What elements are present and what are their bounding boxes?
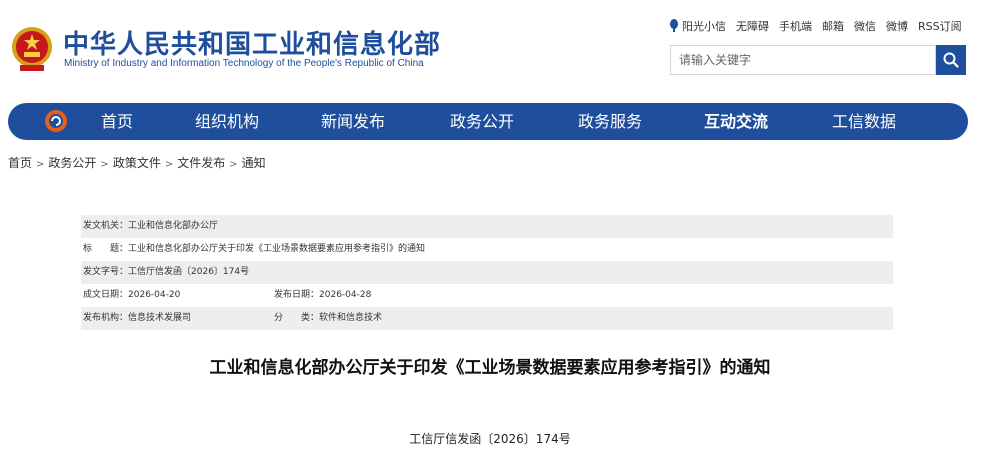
sunshine-icon — [670, 19, 678, 32]
nav-item-gov-affairs[interactable]: 政务公开 — [450, 103, 514, 140]
breadcrumb-separator: > — [164, 159, 174, 170]
breadcrumb: 首页 > 政务公开 > 政策文件 > 文件发布 > 通知 — [8, 154, 266, 171]
site-header: 中华人民共和国工业和信息化部 Ministry of Industry and … — [0, 0, 1000, 100]
breadcrumb-notice[interactable]: 通知 — [242, 156, 266, 170]
site-title-cn: 中华人民共和国工业和信息化部 — [63, 30, 442, 60]
breadcrumb-gov-affairs[interactable]: 政务公开 — [48, 156, 96, 170]
org-label: 发布机构： — [83, 313, 129, 323]
title-label: 标 题： — [83, 244, 129, 254]
created-label: 成文日期： — [83, 290, 129, 300]
nav-item-interaction[interactable]: 互动交流 — [704, 103, 768, 140]
toplink-label: 阳光小信 — [682, 20, 726, 33]
toplink-mail[interactable]: 邮箱 — [822, 18, 844, 34]
info-row-doc-no: 发文字号：工信厅信发函〔2026〕174号 — [81, 261, 893, 284]
nav-item-news[interactable]: 新闻发布 — [321, 103, 385, 140]
info-row-dates: 成文日期：2026-04-20 发布日期：2026-04-28 — [81, 284, 893, 307]
issuer-value: 工业和信息化部办公厅 — [128, 221, 219, 231]
search-input[interactable] — [671, 46, 933, 74]
toplink-weibo[interactable]: 微博 — [886, 18, 908, 34]
document-info-table: 发文机关：工业和信息化部办公厅 标 题：工业和信息化部办公厅关于印发《工业场景数… — [81, 215, 893, 330]
published-label: 发布日期： — [274, 290, 320, 300]
breadcrumb-separator: > — [36, 159, 45, 170]
info-row-title: 标 题：工业和信息化部办公厅关于印发《工业场景数据要素应用参考指引》的通知 — [81, 238, 893, 261]
category-value: 软件和信息技术 — [319, 313, 383, 323]
miit-logo-icon — [45, 110, 67, 132]
site-title-en: Ministry of Industry and Information Tec… — [64, 58, 424, 69]
nav-item-gov-services[interactable]: 政务服务 — [578, 103, 642, 140]
search-icon — [943, 52, 959, 68]
category-label: 分 类： — [274, 313, 320, 323]
info-row-issuer: 发文机关：工业和信息化部办公厅 — [81, 215, 893, 238]
toplink-mobile[interactable]: 手机端 — [779, 18, 812, 34]
breadcrumb-separator: > — [100, 159, 109, 170]
info-row-org: 发布机构：信息技术发展司 分 类：软件和信息技术 — [81, 307, 893, 330]
main-nav: 首页 组织机构 新闻发布 政务公开 政务服务 互动交流 工信数据 — [8, 103, 968, 140]
breadcrumb-release[interactable]: 文件发布 — [177, 156, 225, 170]
search-box — [670, 45, 936, 75]
toplink-accessibility[interactable]: 无障碍 — [736, 18, 769, 34]
nav-item-data[interactable]: 工信数据 — [832, 103, 896, 140]
created-value: 2026-04-20 — [128, 290, 181, 300]
issuer-label: 发文机关： — [83, 221, 129, 231]
national-emblem-icon — [12, 27, 52, 71]
toplink-rss[interactable]: RSS订阅 — [918, 18, 962, 34]
nav-item-organization[interactable]: 组织机构 — [195, 103, 259, 140]
toplink-wechat[interactable]: 微信 — [854, 18, 876, 34]
org-value: 信息技术发展司 — [128, 313, 192, 323]
published-value: 2026-04-28 — [319, 290, 372, 300]
breadcrumb-home[interactable]: 首页 — [8, 156, 32, 170]
document-title: 工业和信息化部办公厅关于印发《工业场景数据要素应用参考指引》的通知 — [209, 358, 771, 378]
search-button[interactable] — [936, 45, 966, 75]
breadcrumb-policy[interactable]: 政策文件 — [113, 156, 161, 170]
doc-no-value: 工信厅信发函〔2026〕174号 — [128, 267, 250, 277]
document-number: 工信厅信发函〔2026〕174号 — [409, 432, 571, 446]
top-links: 阳光小信 无障碍 手机端 邮箱 微信 微博 RSS订阅 — [669, 18, 962, 34]
nav-item-home[interactable]: 首页 — [101, 103, 133, 140]
toplink-sunshine[interactable]: 阳光小信 — [669, 18, 726, 34]
breadcrumb-separator: > — [229, 159, 238, 170]
title-value: 工业和信息化部办公厅关于印发《工业场景数据要素应用参考指引》的通知 — [128, 244, 426, 254]
doc-no-label: 发文字号： — [83, 267, 129, 277]
